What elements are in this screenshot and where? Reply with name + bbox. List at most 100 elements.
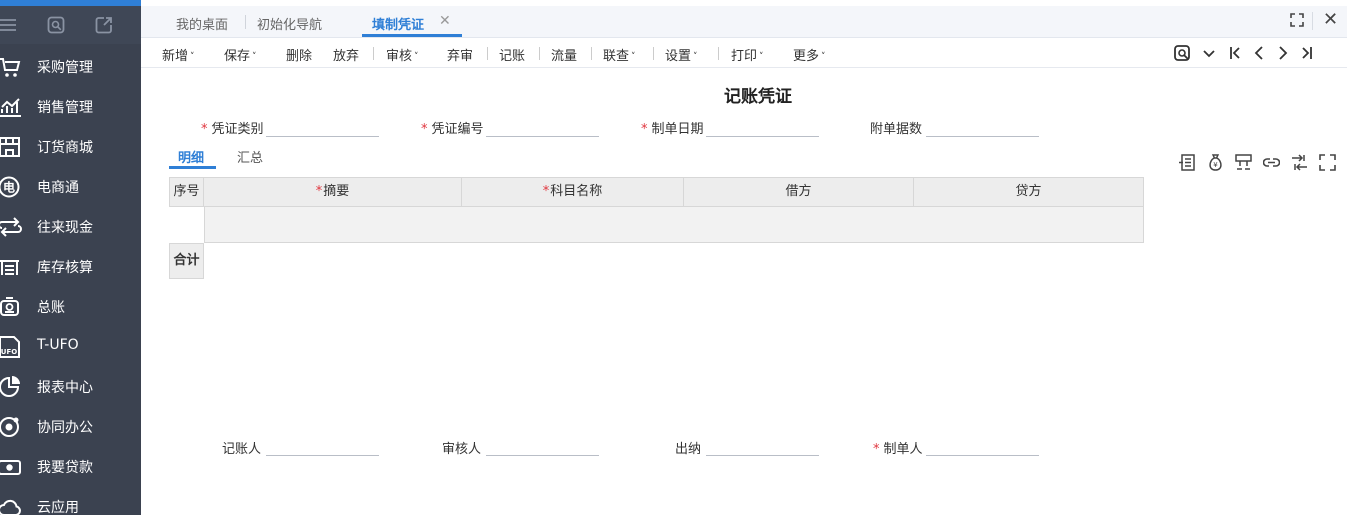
- bookkeeper-label: 记账人: [222, 442, 262, 457]
- last-record-icon[interactable]: [1298, 45, 1316, 61]
- create-date-label: * 制单日期: [641, 122, 704, 137]
- sidebar-item-label: 订货商城: [37, 140, 93, 156]
- dropdown-icon[interactable]: [1200, 45, 1218, 61]
- tab-init-navigation[interactable]: 初始化导航: [257, 14, 322, 33]
- column-header-summary[interactable]: *摘要: [204, 178, 462, 206]
- discard-button[interactable]: 放弃: [333, 45, 359, 64]
- column-header-debit[interactable]: 借方: [684, 178, 914, 206]
- close-window-icon[interactable]: ✕: [1323, 9, 1338, 30]
- toolbar-divider: [373, 47, 374, 60]
- required-mark: *: [315, 184, 323, 199]
- cloud-icon: [0, 499, 21, 516]
- sidebar-item-cloud[interactable]: 云应用: [0, 486, 141, 526]
- tab-summary[interactable]: 汇总: [237, 147, 263, 166]
- search-voucher-icon[interactable]: [1174, 45, 1192, 61]
- preparer-label: * 制单人: [873, 442, 923, 457]
- toolbar-divider: [487, 47, 488, 60]
- audit-button[interactable]: 审核 ˅: [386, 45, 419, 64]
- voucher-number-label: * 凭证编号: [421, 122, 484, 137]
- search-app-icon[interactable]: [47, 16, 65, 34]
- tab-fill-voucher[interactable]: 填制凭证: [372, 14, 424, 33]
- sidebar-item-cash[interactable]: 往来现金: [0, 206, 141, 246]
- sidebar-item-label: 电商通: [37, 180, 79, 196]
- sidebar-item-ledger[interactable]: 总账: [0, 286, 141, 326]
- voucher-entry-row[interactable]: [204, 207, 1144, 243]
- store-icon: [0, 137, 20, 157]
- cashier-label: 出纳: [675, 442, 702, 457]
- svg-text:¥: ¥: [1213, 161, 1218, 169]
- new-button[interactable]: 新增 ˅: [162, 45, 195, 64]
- sidebar-item-label: 报表中心: [37, 380, 93, 396]
- sidebar-item-purchase[interactable]: 采购管理: [0, 46, 141, 86]
- voucher-type-field[interactable]: [266, 115, 379, 137]
- sidebar-item-store[interactable]: 订货商城: [0, 126, 141, 166]
- split-icon[interactable]: [1235, 154, 1252, 171]
- chevron-down-icon: ˅: [693, 52, 698, 62]
- required-mark: *: [542, 184, 550, 199]
- chevron-down-icon: ˅: [821, 52, 826, 62]
- more-button[interactable]: 更多 ˅: [793, 45, 826, 64]
- bookkeeper-field[interactable]: [266, 434, 379, 456]
- voucher-type-label: * 凭证类别: [201, 122, 264, 137]
- add-window-icon[interactable]: [95, 16, 113, 34]
- sidebar-item-collab[interactable]: 协同办公: [0, 406, 141, 446]
- sidebar-item-reports[interactable]: 报表中心: [0, 366, 141, 406]
- tab-divider: [245, 15, 246, 29]
- first-record-icon[interactable]: [1226, 45, 1244, 61]
- menu-icon[interactable]: [0, 16, 18, 34]
- sidebar-item-inventory[interactable]: 库存核算: [0, 246, 141, 286]
- tab-my-desktop[interactable]: 我的桌面: [176, 14, 228, 33]
- unaudit-button[interactable]: 弃审: [447, 45, 473, 64]
- auditor-field[interactable]: [486, 434, 599, 456]
- voucher-number-field[interactable]: [486, 115, 599, 137]
- sidebar-header: [0, 6, 141, 44]
- preparer-field[interactable]: [926, 434, 1039, 456]
- next-record-icon[interactable]: [1274, 45, 1292, 61]
- required-mark: *: [421, 122, 428, 137]
- row-number-cell: [169, 207, 204, 243]
- money-bag-icon[interactable]: ¥: [1207, 154, 1224, 171]
- cart-icon: [0, 58, 21, 77]
- toolbar: 新增 ˅ 保存 ˅ 删除 放弃 审核 ˅ 弃审 记账 流量 联查 ˅ 设置 ˅ 打印 ˅ 更…: [141, 38, 1347, 68]
- toolbar-divider: [539, 47, 540, 60]
- required-mark: *: [201, 122, 208, 137]
- sidebar-item-loan[interactable]: 我要贷款: [0, 446, 141, 486]
- column-header-seq: 序号: [170, 178, 204, 206]
- svg-text:UFO: UFO: [1, 348, 17, 356]
- balance-icon[interactable]: [1291, 154, 1308, 171]
- voucher-title: 记账凭证: [724, 87, 792, 107]
- column-header-account[interactable]: *科目名称: [462, 178, 684, 206]
- sidebar-item-tufo[interactable]: UFO T-UFO: [0, 326, 141, 366]
- post-button[interactable]: 记账: [499, 45, 525, 64]
- required-mark: *: [641, 122, 648, 137]
- sidebar-item-sales[interactable]: 销售管理: [0, 86, 141, 126]
- cash-flow-button[interactable]: 流量: [551, 45, 577, 64]
- column-header-credit[interactable]: 贷方: [914, 178, 1143, 206]
- delete-button[interactable]: 删除: [286, 45, 312, 64]
- active-detail-tab-indicator: [169, 166, 216, 169]
- tab-bar: 我的桌面 初始化导航 填制凭证 ✕ ✕: [141, 6, 1347, 38]
- maximize-icon[interactable]: [1289, 12, 1305, 28]
- sales-chart-icon: [0, 98, 21, 117]
- tab-close-icon[interactable]: ✕: [439, 13, 451, 29]
- toolbar-divider: [591, 47, 592, 60]
- sidebar-item-label: 云应用: [37, 500, 79, 516]
- tab-detail[interactable]: 明细: [178, 147, 204, 166]
- query-button[interactable]: 联查 ˅: [603, 45, 636, 64]
- sidebar-item-label: 总账: [37, 300, 65, 316]
- save-button[interactable]: 保存 ˅: [224, 45, 257, 64]
- create-date-field[interactable]: [706, 115, 819, 137]
- prev-record-icon[interactable]: [1250, 45, 1268, 61]
- attachment-count-field[interactable]: [926, 115, 1039, 137]
- chevron-down-icon: ˅: [252, 52, 257, 62]
- cashier-field[interactable]: [706, 434, 819, 456]
- print-button[interactable]: 打印 ˅: [731, 45, 764, 64]
- fullscreen-icon[interactable]: [1319, 154, 1336, 171]
- sidebar-item-ecommerce[interactable]: 电 电商通: [0, 166, 141, 206]
- link-icon[interactable]: [1263, 154, 1280, 171]
- chevron-down-icon: ˅: [759, 52, 764, 62]
- insert-row-icon[interactable]: [1179, 154, 1196, 171]
- sidebar-item-label: 往来现金: [37, 220, 93, 236]
- settings-button[interactable]: 设置 ˅: [665, 45, 698, 64]
- sidebar: 采购管理 销售管理 订货商城 电 电商通 往来现金 库存核算 总账 UFO T-…: [0, 0, 141, 516]
